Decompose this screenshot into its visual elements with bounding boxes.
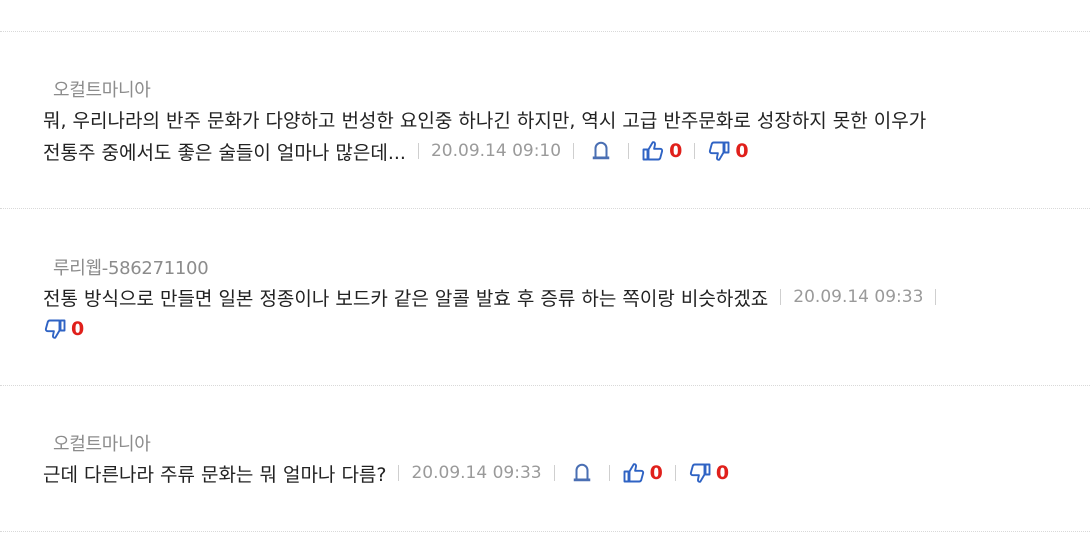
dislike-button[interactable]: 0 bbox=[707, 139, 749, 163]
like-count: 0 bbox=[669, 140, 683, 162]
separator bbox=[935, 289, 937, 305]
comment-date: 20.09.14 09:10 bbox=[430, 141, 562, 161]
comment-text: 근데 다른나라 주류 문화는 뭐 얼마나 다름? bbox=[43, 463, 387, 486]
tombstone-report-icon bbox=[590, 140, 612, 162]
separator bbox=[553, 465, 555, 481]
comment-author[interactable]: 오컬트마니아 bbox=[53, 76, 151, 102]
thumbs-down-icon bbox=[688, 461, 712, 485]
tombstone-report-icon bbox=[571, 462, 593, 484]
comment-text-line: 뭐, 우리나라의 반주 문화가 다양하고 번성한 요인중 하나긴 하지만, 역시… bbox=[43, 106, 926, 132]
comment-text: 전통 방식으로 만들면 일본 정종이나 보드카 같은 알콜 발효 후 증류 하는… bbox=[43, 287, 769, 310]
author-name[interactable]: 루리웹 bbox=[53, 258, 102, 279]
dislike-button[interactable]: 0 bbox=[43, 317, 84, 341]
separator bbox=[674, 465, 676, 481]
comment-divider bbox=[0, 385, 1090, 386]
comment-meta-line: 전통주 중에서도 좋은 술들이 얼마나 많은데... 20.09.14 09:1… bbox=[43, 138, 749, 164]
top-divider bbox=[0, 31, 1090, 32]
separator bbox=[694, 143, 696, 159]
bottom-divider bbox=[0, 531, 1090, 532]
separator bbox=[417, 143, 419, 159]
report-button[interactable] bbox=[590, 140, 612, 162]
comment-meta-line: 전통 방식으로 만들면 일본 정종이나 보드카 같은 알콜 발효 후 증류 하는… bbox=[43, 284, 948, 310]
like-button[interactable]: 0 bbox=[622, 461, 663, 485]
dislike-count: 0 bbox=[735, 140, 749, 162]
separator bbox=[573, 143, 575, 159]
comment-text: 전통주 중에서도 좋은 술들이 얼마나 많은데... bbox=[43, 141, 406, 164]
comment-text: 뭐, 우리나라의 반주 문화가 다양하고 번성한 요인중 하나긴 하지만, 역시… bbox=[43, 109, 927, 132]
comment-author[interactable]: 오컬트마니아 bbox=[53, 430, 151, 456]
dislike-button[interactable]: 0 bbox=[688, 461, 729, 485]
dislike-count: 0 bbox=[71, 318, 85, 340]
dislike-count: 0 bbox=[715, 462, 730, 484]
comment-meta-line: 근데 다른나라 주류 문화는 뭐 얼마나 다름? 20.09.14 09:33 … bbox=[43, 460, 729, 486]
separator bbox=[608, 465, 610, 481]
thumbs-up-icon bbox=[622, 461, 646, 485]
separator bbox=[628, 143, 630, 159]
separator bbox=[398, 465, 400, 481]
thumbs-down-icon bbox=[707, 139, 731, 163]
like-count: 0 bbox=[649, 462, 663, 484]
like-button[interactable]: 0 bbox=[641, 139, 682, 163]
thumbs-down-icon bbox=[43, 317, 67, 341]
comment-date: 20.09.14 09:33 bbox=[411, 463, 542, 483]
author-id: -586271100 bbox=[101, 258, 209, 279]
comment-divider bbox=[0, 208, 1090, 209]
comment-author[interactable]: 루리웹-586271100 bbox=[53, 254, 209, 280]
report-button[interactable] bbox=[571, 462, 593, 484]
comment-date: 20.09.14 09:33 bbox=[793, 287, 924, 307]
separator bbox=[780, 289, 782, 305]
author-name[interactable]: 오컬트마니아 bbox=[53, 434, 151, 455]
comment-actions-line: 0 bbox=[43, 316, 84, 342]
author-name[interactable]: 오컬트마니아 bbox=[53, 80, 151, 101]
thumbs-up-icon bbox=[641, 139, 665, 163]
